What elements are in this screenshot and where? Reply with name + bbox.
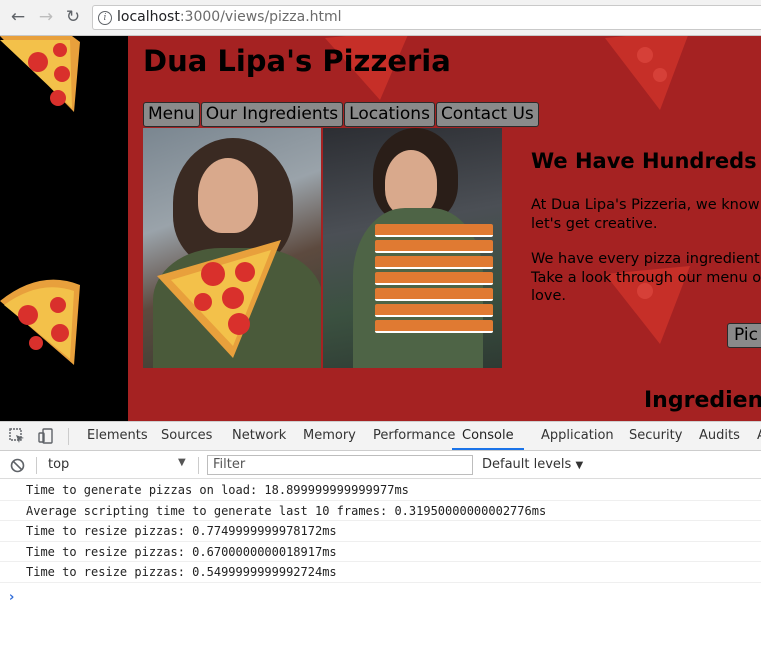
ingredients-paragraph: We have every pizza ingredient Take a lo… bbox=[531, 251, 761, 304]
console-message: Average scripting time to generate last … bbox=[0, 501, 761, 522]
left-sidebar bbox=[0, 36, 128, 421]
filter-input[interactable]: Filter bbox=[207, 455, 473, 475]
hero-photos bbox=[143, 128, 502, 368]
tab-security[interactable]: Security bbox=[629, 422, 682, 450]
reload-icon[interactable]: ↻ bbox=[64, 8, 82, 26]
nav-ingredients-button[interactable]: Our Ingredients bbox=[200, 102, 344, 127]
tab-memory[interactable]: Memory bbox=[303, 422, 356, 450]
pizza-slice-icon bbox=[0, 279, 80, 365]
section-heading: We Have Hundreds o bbox=[531, 149, 761, 173]
forward-arrow-icon[interactable]: → bbox=[37, 8, 55, 26]
devtools-tabbar: Elements Sources Network Memory Performa… bbox=[0, 422, 761, 451]
info-icon[interactable]: i bbox=[98, 11, 112, 25]
address-bar[interactable]: i localhost:3000/views/pizza.html bbox=[92, 5, 761, 30]
hero-photo-right bbox=[323, 128, 502, 368]
levels-label: Default levels bbox=[482, 457, 572, 472]
chevron-down-icon: ▼ bbox=[575, 460, 584, 471]
page-title: Dua Lipa's Pizzeria bbox=[143, 44, 451, 78]
main-nav: Menu Our Ingredients Locations Contact U… bbox=[143, 102, 540, 127]
url-path: :3000/views/pizza.html bbox=[179, 9, 342, 25]
tab-performance[interactable]: Performance bbox=[373, 422, 455, 450]
device-toolbar-icon[interactable] bbox=[38, 428, 54, 444]
ingredients-heading: Ingredients bbox=[644, 388, 761, 413]
tab-sources[interactable]: Sources bbox=[161, 422, 212, 450]
page-viewport: Dua Lipa's Pizzeria Menu Our Ingredients… bbox=[0, 36, 761, 421]
pick-button[interactable]: Pic bbox=[727, 323, 761, 348]
console-message: Time to resize pizzas: 0.549999999999272… bbox=[0, 562, 761, 583]
nav-locations-button[interactable]: Locations bbox=[344, 102, 435, 127]
pizza-slice-icon bbox=[0, 36, 80, 112]
back-arrow-icon[interactable]: ← bbox=[9, 8, 27, 26]
devtools-panel: Elements Sources Network Memory Performa… bbox=[0, 421, 761, 647]
chevron-down-icon[interactable]: ▼ bbox=[178, 457, 186, 468]
tab-overflow[interactable]: A bbox=[757, 422, 761, 450]
console-toolbar: top ▼ Filter Default levels ▼ bbox=[0, 451, 761, 479]
browser-toolbar: ← → ↻ i localhost:3000/views/pizza.html bbox=[0, 0, 761, 36]
tab-console[interactable]: Console bbox=[452, 422, 524, 450]
tab-network[interactable]: Network bbox=[232, 422, 286, 450]
background-pizza-icon bbox=[605, 36, 688, 110]
url-host: localhost bbox=[117, 9, 180, 25]
hero-photo-left bbox=[143, 128, 321, 368]
console-message: Time to generate pizzas on load: 18.8999… bbox=[0, 480, 761, 501]
console-message: Time to resize pizzas: 0.670000000001891… bbox=[0, 542, 761, 563]
tab-elements[interactable]: Elements bbox=[87, 422, 148, 450]
nav-menu-button[interactable]: Menu bbox=[143, 102, 200, 127]
clear-console-icon[interactable] bbox=[10, 458, 25, 473]
levels-dropdown[interactable]: Default levels ▼ bbox=[482, 457, 583, 472]
console-log: Time to generate pizzas on load: 18.8999… bbox=[0, 480, 761, 583]
tab-application[interactable]: Application bbox=[541, 422, 614, 450]
nav-contact-button[interactable]: Contact Us bbox=[435, 102, 539, 127]
console-message: Time to resize pizzas: 0.774999999997817… bbox=[0, 521, 761, 542]
tab-audits[interactable]: Audits bbox=[699, 422, 740, 450]
pizza-boxes bbox=[375, 224, 493, 336]
context-selector[interactable]: top bbox=[48, 457, 69, 472]
console-prompt[interactable]: › bbox=[9, 590, 14, 605]
intro-paragraph: At Dua Lipa's Pizzeria, we know let's ge… bbox=[531, 197, 760, 232]
pizza-slice-icon bbox=[157, 240, 281, 358]
inspect-element-icon[interactable] bbox=[9, 428, 25, 444]
